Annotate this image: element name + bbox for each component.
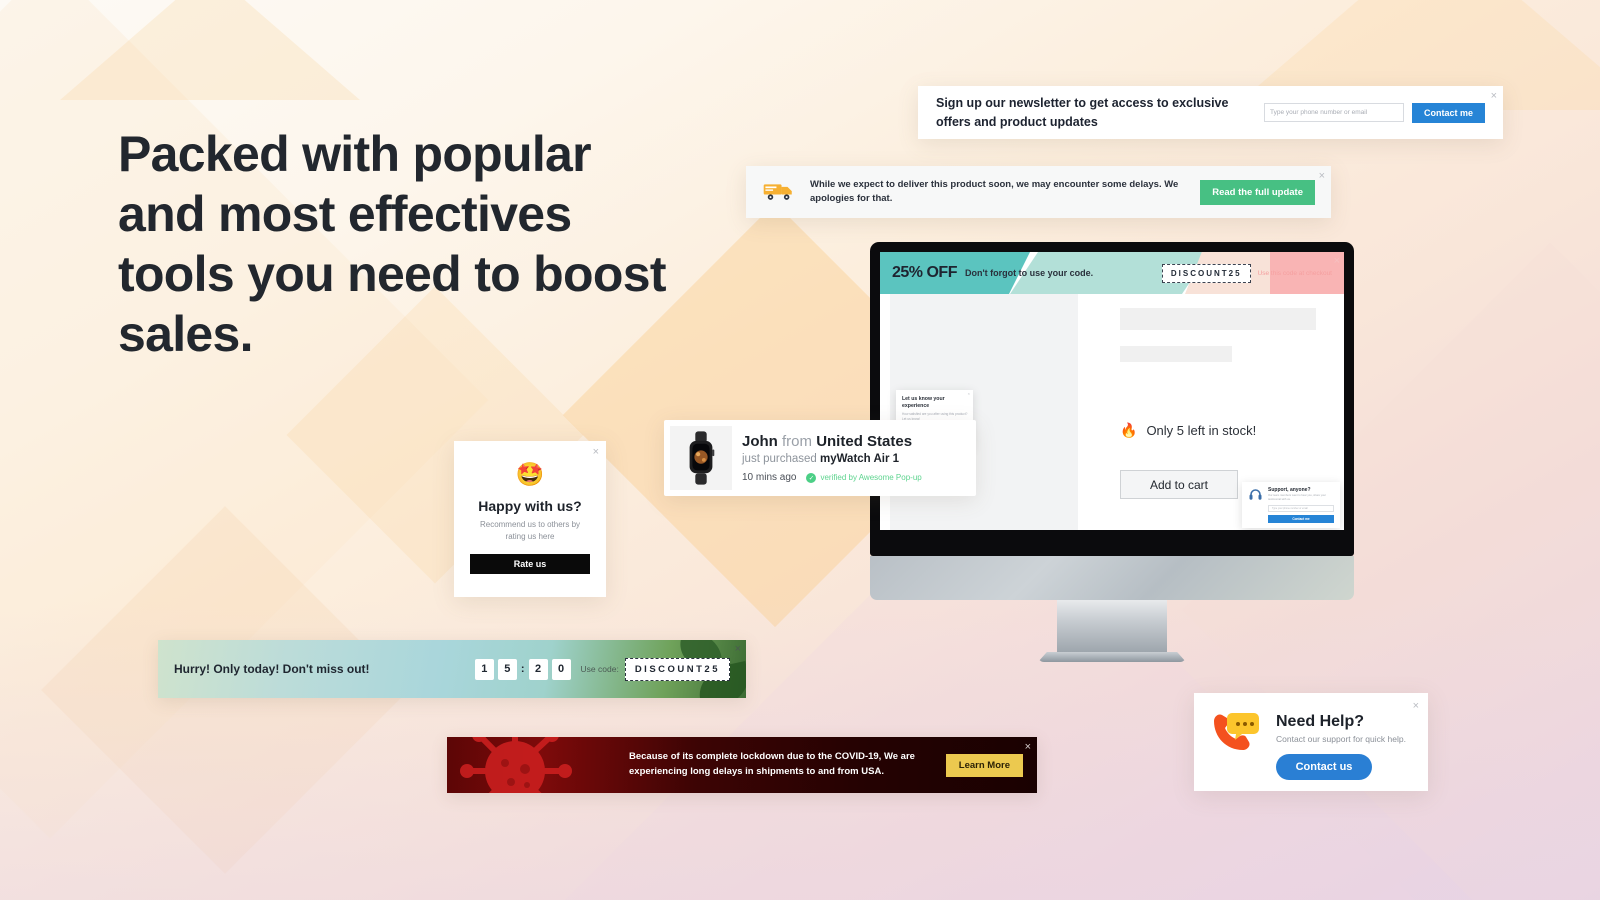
rating-popup: × 🤩 Happy with us? Recommend us to other… bbox=[454, 441, 606, 597]
fire-icon: 🔥 bbox=[1120, 422, 1138, 438]
purchase-action-line: just purchased myWatch Air 1 bbox=[742, 453, 966, 465]
close-icon[interactable]: × bbox=[1491, 91, 1497, 102]
learn-more-button[interactable]: Learn More bbox=[945, 753, 1023, 777]
countdown-timer: 1 5 : 2 0 bbox=[474, 658, 571, 680]
discount-subtitle: Don't forgot to use your code. bbox=[964, 268, 1094, 278]
add-to-cart-button[interactable]: Add to cart bbox=[1120, 470, 1238, 499]
purchase-headline: John from United States bbox=[742, 433, 966, 450]
rate-us-button[interactable]: Rate us bbox=[470, 554, 590, 574]
timer-digit: 1 bbox=[474, 658, 494, 680]
page-title: Packed with popular and most effectives … bbox=[118, 126, 666, 362]
shipping-text: While we expect to deliver this product … bbox=[810, 178, 1179, 204]
rating-description: Recommend us to others by rating us here bbox=[479, 520, 581, 541]
purchase-action: just purchased bbox=[742, 453, 817, 465]
support-description: Our team members want to hear you, share… bbox=[1268, 494, 1326, 502]
newsletter-popup: Sign up our newsletter to get access to … bbox=[918, 86, 1503, 139]
countdown-banner: Hurry! Only today! Don't miss out! 1 5 :… bbox=[158, 640, 746, 698]
newsletter-contact-button[interactable]: Contact me bbox=[1411, 102, 1485, 123]
purchase-customer-name: John bbox=[742, 433, 778, 450]
stock-alert: 🔥 Only 5 left in stock! bbox=[1120, 422, 1256, 439]
monitor-stand-neck bbox=[1057, 600, 1167, 652]
purchase-time: 10 mins ago bbox=[742, 472, 797, 483]
mock-price-placeholder bbox=[1120, 346, 1232, 362]
purchase-product: myWatch Air 1 bbox=[820, 453, 900, 465]
countdown-text: Hurry! Only today! Don't miss out! bbox=[174, 662, 370, 676]
need-help-title: Need Help? bbox=[1276, 713, 1365, 730]
virus-illustration bbox=[460, 737, 572, 793]
discount-code[interactable]: DISCOUNT25 bbox=[1161, 263, 1251, 283]
phone-chat-icon bbox=[1208, 709, 1264, 761]
countdown-discount-code[interactable]: DISCOUNT25 bbox=[624, 657, 730, 681]
timer-separator: : bbox=[520, 663, 525, 675]
close-icon[interactable]: × bbox=[1334, 256, 1340, 267]
discount-note: Use this code at checkout bbox=[1257, 269, 1332, 277]
timer-digit: 2 bbox=[528, 658, 548, 680]
close-icon[interactable]: × bbox=[593, 447, 599, 458]
read-full-update-button[interactable]: Read the full update bbox=[1200, 179, 1315, 205]
stock-text: Only 5 left in stock! bbox=[1146, 423, 1257, 438]
delivery-truck-icon bbox=[762, 179, 796, 205]
purchase-from-word: from bbox=[782, 433, 813, 450]
support-input[interactable]: Type your phone number or email bbox=[1268, 505, 1334, 512]
check-circle-icon: ✓ bbox=[806, 472, 817, 483]
close-icon[interactable]: × bbox=[1319, 171, 1325, 182]
newsletter-form: Type your phone number or email Contact … bbox=[1263, 102, 1485, 123]
headset-icon bbox=[1248, 487, 1263, 502]
timer-digit: 5 bbox=[497, 658, 517, 680]
need-help-widget: × Need Help? Contact our support for qui… bbox=[1194, 693, 1428, 791]
support-widget: Support, anyone? Our team members want t… bbox=[1242, 482, 1340, 528]
bg-triangle-top bbox=[60, 0, 360, 100]
contact-us-button[interactable]: Contact us bbox=[1276, 754, 1372, 780]
close-icon[interactable]: × bbox=[1025, 742, 1031, 753]
support-title: Support, anyone? bbox=[1268, 487, 1311, 494]
support-contact-button[interactable]: Contact me bbox=[1268, 515, 1334, 523]
close-icon[interactable]: × bbox=[1413, 701, 1419, 712]
discount-bar: 25% OFF Don't forgot to use your code. D… bbox=[880, 252, 1344, 294]
newsletter-input[interactable]: Type your phone number or email bbox=[1263, 103, 1404, 122]
timer-digit: 0 bbox=[551, 658, 571, 680]
star-face-emoji-icon: 🤩 bbox=[515, 461, 545, 487]
purchase-verified-text: verified by Awesome Pop-up bbox=[820, 473, 922, 482]
monitor-stand-foot bbox=[1038, 652, 1186, 662]
shipping-delay-banner: While we expect to deliver this product … bbox=[746, 166, 1331, 218]
survey-title: Let us know your experience bbox=[902, 396, 945, 410]
discount-percent: 25% OFF bbox=[892, 264, 957, 281]
purchase-country: United States bbox=[816, 433, 913, 450]
covid-text: Because of its complete lockdown due to … bbox=[629, 751, 915, 777]
countdown-use-code-label: Use code: bbox=[580, 664, 619, 674]
newsletter-text: Sign up our newsletter to get access to … bbox=[936, 96, 1229, 129]
close-icon[interactable]: × bbox=[735, 644, 741, 655]
monitor-chin bbox=[870, 556, 1354, 600]
monitor-bezel: 25% OFF Don't forgot to use your code. D… bbox=[870, 242, 1354, 556]
purchase-notification: John from United States just purchased m… bbox=[664, 420, 976, 496]
close-icon[interactable]: × bbox=[968, 392, 970, 396]
rating-title: Happy with us? bbox=[478, 498, 582, 514]
mock-title-placeholder bbox=[1120, 308, 1316, 330]
covid-notice-banner: Because of its complete lockdown due to … bbox=[447, 737, 1037, 793]
smartwatch-thumbnail bbox=[670, 426, 732, 490]
need-help-description: Contact our support for quick help. bbox=[1276, 734, 1406, 744]
purchase-verified-badge: ✓ verified by Awesome Pop-up bbox=[806, 472, 922, 483]
